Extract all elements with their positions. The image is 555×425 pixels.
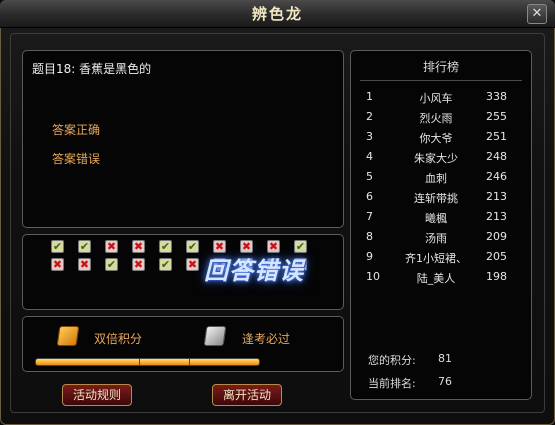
cross-icon: ✖ [186, 258, 199, 271]
progress-divider [189, 359, 190, 365]
rank-number: 10 [366, 270, 380, 283]
leaderboard-row: 8 汤雨 209 [360, 230, 522, 248]
question-text: 题目18: 香蕉是黑色的 [32, 62, 152, 76]
leaderboard-row: 5 血刺 246 [360, 170, 522, 188]
player-score: 246 [486, 170, 507, 183]
result-banner: 回答错误 [204, 257, 304, 285]
player-name: 小风车 [419, 92, 453, 105]
rank-number: 3 [366, 130, 373, 143]
player-score: 251 [486, 130, 507, 143]
check-icon: ✔ [159, 240, 172, 253]
player-name: 齐1小短裙、 [405, 252, 467, 265]
cross-icon: ✖ [132, 258, 145, 271]
player-name: 连斩带挑 [414, 192, 458, 205]
my-score-value: 81 [438, 352, 452, 365]
check-icon: ✔ [159, 258, 172, 271]
rank-number: 7 [366, 210, 373, 223]
rank-number: 9 [366, 250, 373, 263]
rank-number: 6 [366, 190, 373, 203]
bonus-progress-bar [35, 358, 260, 366]
player-name: 汤雨 [425, 232, 447, 245]
bonus-progress-fill [36, 359, 259, 365]
leaderboard-row: 6 连斩带挑 213 [360, 190, 522, 208]
cross-icon: ✖ [132, 240, 145, 253]
my-rank: 当前排名: 76 [368, 375, 452, 391]
player-name: 陆_美人 [416, 272, 456, 285]
player-score: 255 [486, 110, 507, 123]
leaderboard-row: 10 陆_美人 198 [360, 270, 522, 288]
player-score: 338 [486, 90, 507, 103]
rank-number: 2 [366, 110, 373, 123]
cross-icon: ✖ [78, 258, 91, 271]
player-name: 你大爷 [419, 132, 453, 145]
leaderboard-divider [360, 80, 522, 81]
player-name: 血刺 [425, 172, 447, 185]
close-button[interactable]: ✕ [527, 4, 547, 24]
check-icon: ✔ [105, 258, 118, 271]
leaderboard-row: 2 烈火雨 255 [360, 110, 522, 128]
my-score-label: 您的积分: [368, 354, 416, 367]
player-score: 209 [486, 230, 507, 243]
leave-button[interactable]: 离开活动 [212, 384, 282, 406]
cross-icon: ✖ [51, 258, 64, 271]
rank-number: 1 [366, 90, 373, 103]
player-score: 198 [486, 270, 507, 283]
my-score: 您的积分: 81 [368, 352, 452, 368]
rank-number: 5 [366, 170, 373, 183]
answer-option-correct[interactable]: 答案正确 [52, 121, 100, 138]
cross-icon: ✖ [105, 240, 118, 253]
player-score: 248 [486, 150, 507, 163]
player-name: 烈火雨 [419, 112, 453, 125]
progress-divider [139, 359, 140, 365]
player-score: 213 [486, 210, 507, 223]
player-name: 朱家大少 [414, 152, 458, 165]
player-score: 205 [486, 250, 507, 263]
my-rank-value: 76 [438, 375, 452, 388]
rank-number: 4 [366, 150, 373, 163]
check-icon: ✔ [78, 240, 91, 253]
leaderboard-row: 4 朱家大少 248 [360, 150, 522, 168]
leaderboard-row: 7 曦楓 213 [360, 210, 522, 228]
my-rank-label: 当前排名: [368, 377, 416, 390]
rules-button[interactable]: 活动规则 [62, 384, 132, 406]
window-title: 辨色龙 [0, 0, 555, 28]
player-name: 曦楓 [425, 212, 447, 225]
check-icon: ✔ [51, 240, 64, 253]
answer-option-wrong[interactable]: 答案错误 [52, 150, 100, 167]
leaderboard-row: 1 小风车 338 [360, 90, 522, 108]
gold-bonus-icon[interactable] [56, 326, 80, 346]
leaderboard-title: 排行榜 [422, 60, 459, 74]
bonus-label-pass: 逢考必过 [242, 332, 291, 346]
check-icon: ✔ [186, 240, 199, 253]
bonus-label-double-points: 双倍积分 [94, 332, 143, 346]
leaderboard-row: 3 你大爷 251 [360, 130, 522, 148]
leaderboard-row: 9 齐1小短裙、 205 [360, 250, 522, 268]
player-score: 213 [486, 190, 507, 203]
rank-number: 8 [366, 230, 373, 243]
silver-bonus-icon[interactable] [203, 326, 227, 346]
